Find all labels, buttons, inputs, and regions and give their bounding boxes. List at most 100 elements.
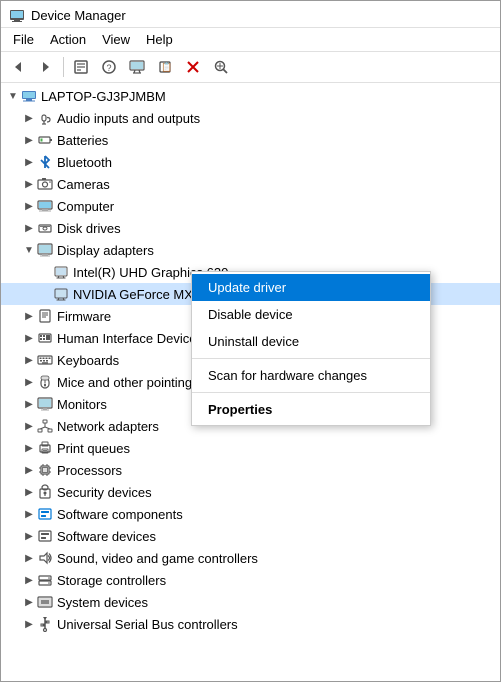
uninstall-button[interactable] [180, 54, 206, 80]
usb-expander[interactable]: ▶ [21, 616, 37, 632]
device-manager-window: Device Manager File Action View Help [0, 0, 501, 682]
processors-expander[interactable]: ▶ [21, 462, 37, 478]
storage-label: Storage controllers [57, 573, 166, 588]
disk-icon [37, 220, 53, 236]
back-button[interactable] [5, 54, 31, 80]
software-dev-label: Software devices [57, 529, 156, 544]
toolbar-sep-1 [63, 57, 64, 77]
security-icon [37, 484, 53, 500]
sound-expander[interactable]: ▶ [21, 550, 37, 566]
disk-expander[interactable]: ▶ [21, 220, 37, 236]
scan-button[interactable] [208, 54, 234, 80]
keyboards-label: Keyboards [57, 353, 119, 368]
software-dev-icon [37, 528, 53, 544]
firmware-icon [37, 308, 53, 324]
ctx-separator-1 [192, 358, 430, 359]
toolbar: ? 📋 [1, 52, 500, 83]
window-icon [9, 7, 25, 23]
ctx-disable-device[interactable]: Disable device [192, 301, 430, 328]
computer-expander[interactable]: ▶ [21, 198, 37, 214]
help-button[interactable]: ? [96, 54, 122, 80]
svg-text:?: ? [107, 63, 112, 73]
menu-action[interactable]: Action [42, 30, 94, 49]
nvidia-expander [37, 286, 53, 302]
tree-item-sound[interactable]: ▶ Sound, video and game controllers [1, 547, 500, 569]
monitors-icon [37, 396, 53, 412]
tree-item-software-comp[interactable]: ▶ Software components [1, 503, 500, 525]
display-expander[interactable]: ▼ [21, 242, 37, 258]
print-icon [37, 440, 53, 456]
network-expander[interactable]: ▶ [21, 418, 37, 434]
ctx-separator-2 [192, 392, 430, 393]
firmware-label: Firmware [57, 309, 111, 324]
audio-icon [37, 110, 53, 126]
human-expander[interactable]: ▶ [21, 330, 37, 346]
tree-area[interactable]: ▼ LAPTOP-GJ3PJMBM ▶ [1, 83, 500, 681]
bluetooth-label: Bluetooth [57, 155, 112, 170]
tree-item-audio[interactable]: ▶ Audio inputs and outputs [1, 107, 500, 129]
menu-help[interactable]: Help [138, 30, 181, 49]
audio-expander[interactable]: ▶ [21, 110, 37, 126]
menu-file[interactable]: File [5, 30, 42, 49]
keyboards-expander[interactable]: ▶ [21, 352, 37, 368]
computer-tree-icon [37, 198, 53, 214]
menu-view[interactable]: View [94, 30, 138, 49]
usb-label: Universal Serial Bus controllers [57, 617, 238, 632]
bluetooth-icon [37, 154, 53, 170]
display-icon [37, 242, 53, 258]
batteries-label: Batteries [57, 133, 108, 148]
monitors-expander[interactable]: ▶ [21, 396, 37, 412]
print-expander[interactable]: ▶ [21, 440, 37, 456]
tree-item-security[interactable]: ▶ Security devices [1, 481, 500, 503]
tree-item-disk[interactable]: ▶ Disk drives [1, 217, 500, 239]
tree-item-batteries[interactable]: ▶ Batteries [1, 129, 500, 151]
tree-item-system[interactable]: ▶ System devices [1, 591, 500, 613]
mice-expander[interactable]: ▶ [21, 374, 37, 390]
network-label: Network adapters [57, 419, 159, 434]
tree-item-print[interactable]: ▶ Print queues [1, 437, 500, 459]
network-icon [37, 418, 53, 434]
tree-item-processors[interactable]: ▶ Processors [1, 459, 500, 481]
intel-icon [53, 264, 69, 280]
firmware-expander[interactable]: ▶ [21, 308, 37, 324]
svg-text:📋: 📋 [161, 61, 172, 72]
software-comp-expander[interactable]: ▶ [21, 506, 37, 522]
ctx-scan-changes[interactable]: Scan for hardware changes [192, 362, 430, 389]
software-dev-expander[interactable]: ▶ [21, 528, 37, 544]
tree-item-display[interactable]: ▼ Display adapters [1, 239, 500, 261]
context-menu: Update driver Disable device Uninstall d… [191, 271, 431, 426]
bluetooth-expander[interactable]: ▶ [21, 154, 37, 170]
storage-icon [37, 572, 53, 588]
system-icon [37, 594, 53, 610]
security-label: Security devices [57, 485, 152, 500]
intel-expander [37, 264, 53, 280]
software-comp-label: Software components [57, 507, 183, 522]
cameras-expander[interactable]: ▶ [21, 176, 37, 192]
tree-item-usb[interactable]: ▶ Universal Serial Bus controllers [1, 613, 500, 635]
system-expander[interactable]: ▶ [21, 594, 37, 610]
ctx-update-driver[interactable]: Update driver [192, 274, 430, 301]
tree-item-storage[interactable]: ▶ Storage controllers [1, 569, 500, 591]
nvidia-icon [53, 286, 69, 302]
security-expander[interactable]: ▶ [21, 484, 37, 500]
system-label: System devices [57, 595, 148, 610]
forward-button[interactable] [33, 54, 59, 80]
monitors-label: Monitors [57, 397, 107, 412]
ctx-uninstall-device[interactable]: Uninstall device [192, 328, 430, 355]
batteries-expander[interactable]: ▶ [21, 132, 37, 148]
tree-item-cameras[interactable]: ▶ Cameras [1, 173, 500, 195]
storage-expander[interactable]: ▶ [21, 572, 37, 588]
processors-icon [37, 462, 53, 478]
tree-root[interactable]: ▼ LAPTOP-GJ3PJMBM [1, 85, 500, 107]
human-icon [37, 330, 53, 346]
human-label: Human Interface Devices [57, 331, 203, 346]
tree-item-computer[interactable]: ▶ Computer [1, 195, 500, 217]
root-expander[interactable]: ▼ [5, 88, 21, 104]
properties-button[interactable] [68, 54, 94, 80]
monitor-button[interactable] [124, 54, 150, 80]
ctx-properties[interactable]: Properties [192, 396, 430, 423]
tree-item-software-dev[interactable]: ▶ Software devices [1, 525, 500, 547]
install-button[interactable]: 📋 [152, 54, 178, 80]
tree-item-bluetooth[interactable]: ▶ Bluetooth [1, 151, 500, 173]
processors-label: Processors [57, 463, 122, 478]
